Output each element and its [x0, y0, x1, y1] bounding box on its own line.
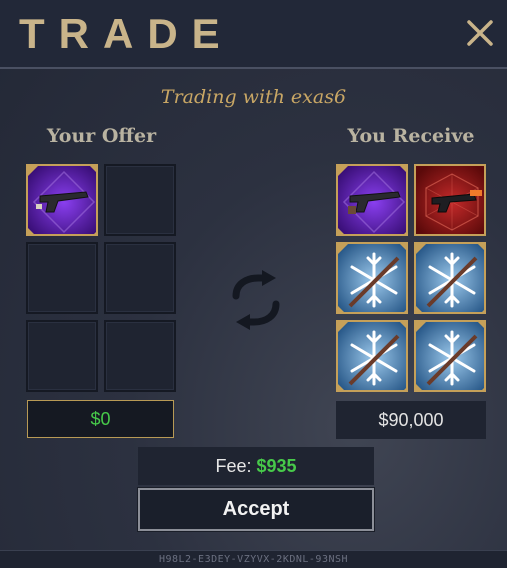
trading-with-label: Trading with exas6	[160, 86, 347, 108]
receive-money-value: $90,000	[336, 401, 486, 439]
you-receive-heading: You Receive	[347, 125, 475, 147]
receive-slot-4-snowflake-rifle-item[interactable]	[414, 242, 486, 314]
offer-slot-1-purple-revolver-item[interactable]	[26, 164, 98, 236]
swap-arrows-icon	[228, 270, 284, 330]
offer-slot-6-empty[interactable]	[104, 320, 176, 392]
offer-slot-2-empty[interactable]	[104, 164, 176, 236]
receive-slot-2-red-pistol-item[interactable]	[414, 164, 486, 236]
accept-button[interactable]: Accept	[137, 487, 375, 532]
close-icon[interactable]	[464, 17, 496, 49]
offer-slot-5-empty[interactable]	[26, 320, 98, 392]
fee-value: $935	[256, 456, 297, 476]
receive-slot-6-snowflake-rifle-item[interactable]	[414, 320, 486, 392]
receive-slot-5-snowflake-rifle-item[interactable]	[336, 320, 408, 392]
fee-box: Fee: $935	[138, 447, 374, 485]
header-bar: TRADE	[0, 0, 507, 69]
receive-slot-3-snowflake-rifle-item[interactable]	[336, 242, 408, 314]
trade-title: TRADE	[19, 10, 234, 57]
offer-money-input[interactable]: $0	[27, 400, 174, 438]
offer-slot-4-empty[interactable]	[104, 242, 176, 314]
fee-label: Fee:	[215, 456, 252, 476]
trade-code-footer: H98L2-E3DEY-VZYVX-2KDNL-93NSH	[0, 550, 507, 568]
offer-slot-3-empty[interactable]	[26, 242, 98, 314]
your-offer-heading: Your Offer	[46, 125, 157, 147]
receive-slot-1-purple-revolver-item[interactable]	[336, 164, 408, 236]
